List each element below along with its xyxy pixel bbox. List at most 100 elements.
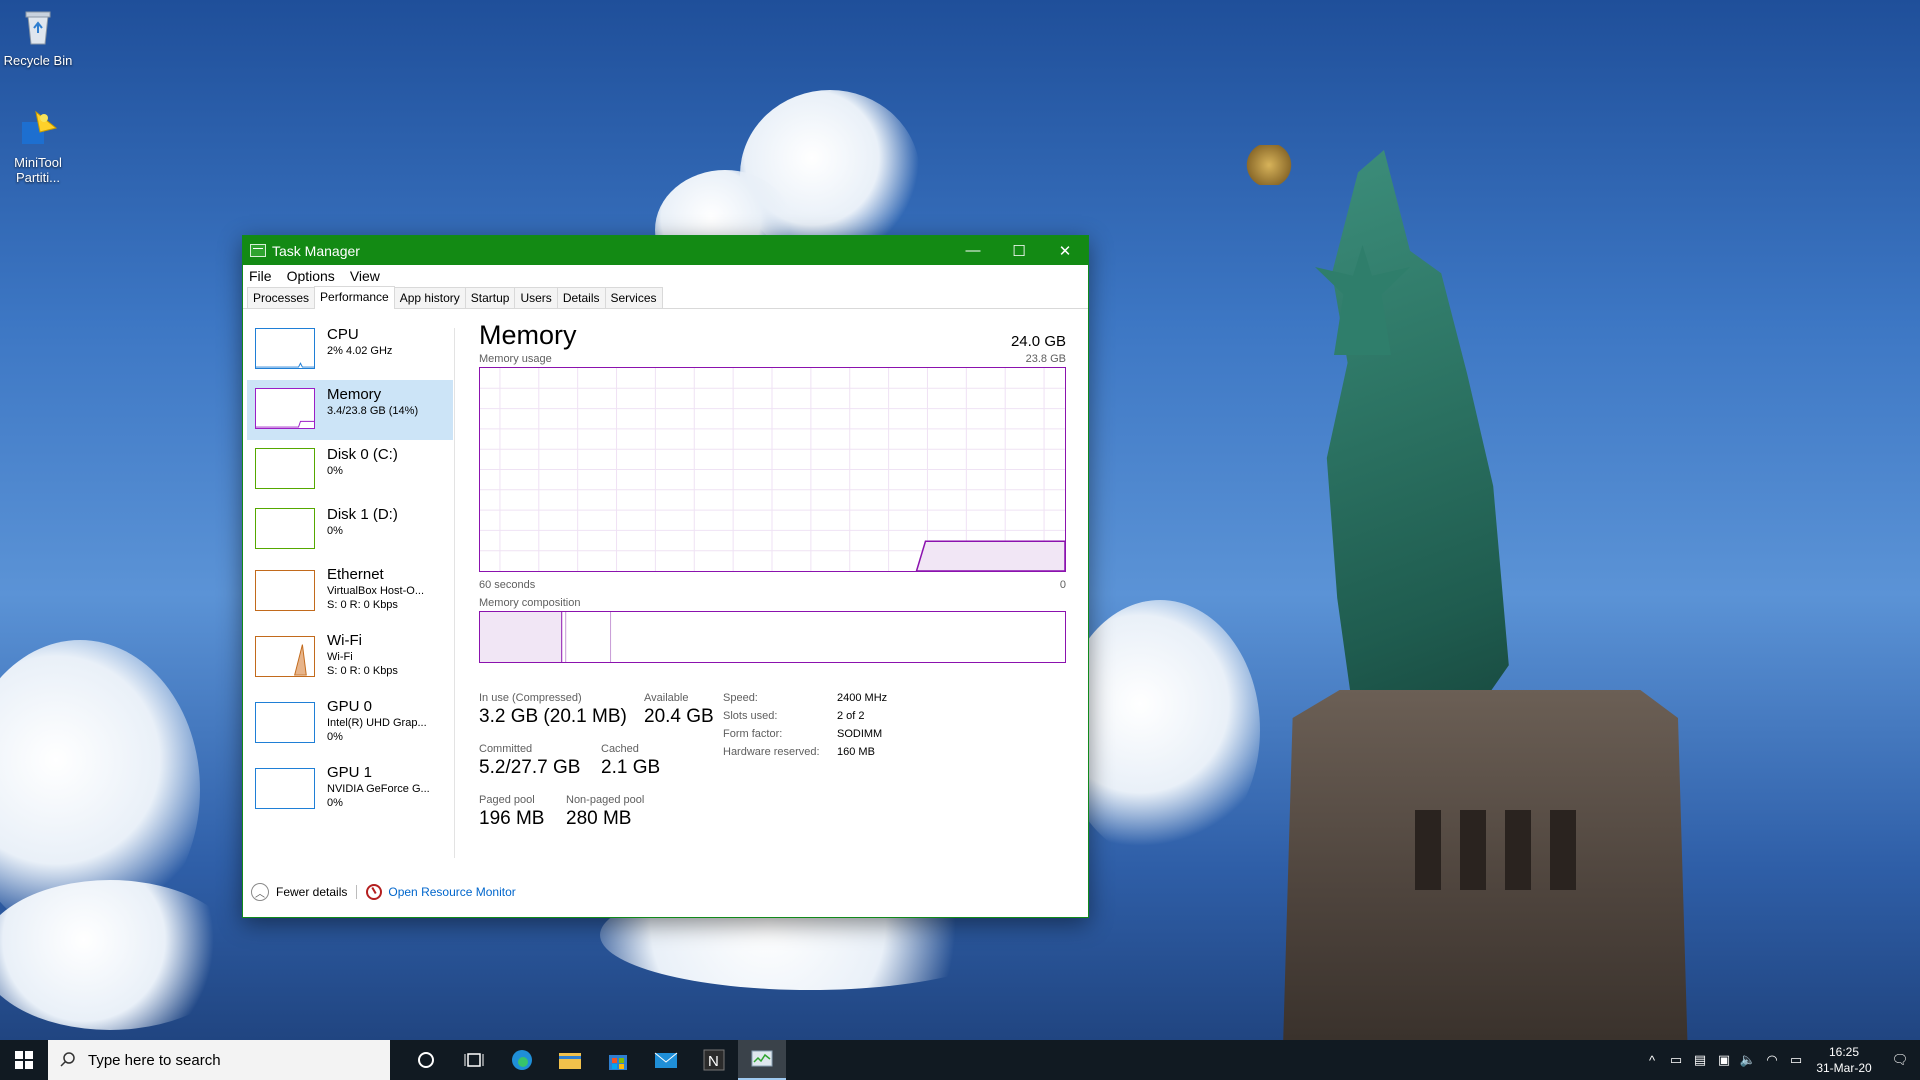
- sidebar-item-throughput: S: 0 R: 0 Kbps: [327, 665, 398, 677]
- tab-details[interactable]: Details: [556, 287, 606, 308]
- edge-button[interactable]: [498, 1040, 546, 1080]
- menu-view[interactable]: View: [350, 268, 380, 284]
- disk-0-thumbnail: [255, 448, 315, 489]
- windows-logo-icon: [15, 1051, 33, 1069]
- available-label: Available: [644, 692, 689, 704]
- battery-icon[interactable]: ▭: [1784, 1052, 1808, 1068]
- spec-key: Hardware reserved:: [723, 746, 820, 758]
- file-explorer-button[interactable]: [546, 1040, 594, 1080]
- paged-pool-label: Paged pool: [479, 794, 535, 806]
- spec-key: Speed:: [723, 692, 758, 704]
- n-app-button[interactable]: N: [690, 1040, 738, 1080]
- statue-torch: [1245, 145, 1293, 185]
- cortana-button[interactable]: [402, 1040, 450, 1080]
- total-memory: 24.0 GB: [1010, 333, 1066, 350]
- sidebar-item-gpu-1[interactable]: GPU 1 NVIDIA GeForce G... 0%: [247, 758, 453, 824]
- tab-performance[interactable]: Performance: [314, 286, 395, 309]
- committed-label: Committed: [479, 743, 533, 755]
- performance-panel: CPU 2% 4.02 GHz Memory 3.4/23.8 GB (14%)…: [243, 310, 1088, 917]
- edge-icon: [512, 1050, 532, 1070]
- sidebar-item-name: Wi-Fi: [327, 632, 362, 649]
- title-bar[interactable]: Task Manager — ☐ ✕: [243, 236, 1088, 265]
- close-button[interactable]: ✕: [1042, 236, 1088, 265]
- time-axis-end: 0: [1059, 579, 1066, 591]
- sidebar-item-detail: 0%: [327, 525, 343, 537]
- in-use-label: In use (Compressed): [479, 692, 582, 704]
- sidebar-item-detail: 3.4/23.8 GB (14%): [327, 405, 419, 417]
- laptop-icon[interactable]: ▣: [1712, 1052, 1736, 1068]
- statue-figure: [1326, 150, 1509, 710]
- tab-app-history[interactable]: App history: [393, 287, 466, 308]
- sidebar-item-cpu[interactable]: CPU 2% 4.02 GHz: [247, 320, 453, 380]
- non-paged-pool-value: 280 MB: [566, 808, 632, 829]
- open-resource-monitor-link[interactable]: Open Resource Monitor: [388, 885, 515, 899]
- page-title: Memory: [479, 320, 577, 350]
- sidebar-item-disk-1[interactable]: Disk 1 (D:) 0%: [247, 500, 453, 560]
- tab-services[interactable]: Services: [604, 287, 663, 308]
- chevron-up-icon[interactable]: ︿: [251, 883, 269, 901]
- menu-file[interactable]: File: [249, 268, 272, 284]
- non-paged-pool-label: Non-paged pool: [566, 794, 645, 806]
- volume-icon[interactable]: 🔈: [1736, 1052, 1760, 1068]
- tablet-icon[interactable]: ▭: [1664, 1052, 1688, 1068]
- cpu-thumbnail: [255, 328, 315, 369]
- start-button[interactable]: [0, 1040, 48, 1080]
- sidebar-item-detail: 0%: [327, 465, 343, 477]
- window-title: Task Manager: [272, 242, 360, 259]
- wifi-icon[interactable]: ◠: [1760, 1052, 1784, 1068]
- spec-value: SODIMM: [837, 728, 883, 740]
- action-center-icon[interactable]: 🗨: [1880, 1052, 1920, 1068]
- sidebar-item-memory[interactable]: Memory 3.4/23.8 GB (14%): [247, 380, 453, 440]
- sidebar-divider: [454, 328, 455, 858]
- fewer-details-link[interactable]: Fewer details: [276, 885, 347, 899]
- cortana-icon: [418, 1052, 434, 1068]
- tab-users[interactable]: Users: [514, 287, 558, 308]
- store-button[interactable]: [594, 1040, 642, 1080]
- footer-bar: ︿ Fewer details Open Resource Monitor: [251, 883, 516, 901]
- task-view-icon: [464, 1053, 484, 1067]
- desktop-icon-recycle-bin[interactable]: Recycle Bin: [0, 6, 76, 68]
- task-manager-taskbar-button[interactable]: [738, 1040, 786, 1080]
- desktop-icon-minitool[interactable]: MiniTool Partiti...: [0, 108, 76, 185]
- sidebar-item-name: GPU 1: [327, 764, 373, 781]
- minimize-button[interactable]: —: [950, 236, 996, 265]
- sidebar-item-name: Disk 0 (C:): [327, 446, 398, 463]
- menu-options[interactable]: Options: [287, 268, 335, 284]
- sidebar-item-wifi[interactable]: Wi-Fi Wi-Fi S: 0 R: 0 Kbps: [247, 626, 453, 692]
- sidebar-item-disk-0[interactable]: Disk 0 (C:) 0%: [247, 440, 453, 500]
- memory-stats: In use (Compressed) 3.2 GB (20.1 MB) Ava…: [479, 692, 1066, 852]
- memory-composition-bar: [479, 611, 1066, 663]
- taskbar-clock[interactable]: 16:25 31-Mar-20: [1808, 1044, 1880, 1076]
- spec-value: 2 of 2: [837, 710, 865, 722]
- maximize-button[interactable]: ☐: [996, 236, 1042, 265]
- gpu-1-thumbnail: [255, 768, 315, 809]
- svg-text:N: N: [708, 1053, 719, 1070]
- sidebar-item-gpu-0[interactable]: GPU 0 Intel(R) UHD Grap... 0%: [247, 692, 453, 758]
- desktop-icon-label: MiniTool Partiti...: [14, 155, 62, 185]
- tab-startup[interactable]: Startup: [464, 287, 516, 308]
- tab-bar: Processes Performance App history Startu…: [243, 286, 1088, 309]
- available-value: 20.4 GB: [644, 706, 714, 727]
- tab-processes[interactable]: Processes: [247, 287, 316, 308]
- committed-value: 5.2/27.7 GB: [479, 757, 581, 778]
- store-icon: [609, 1055, 627, 1070]
- clock-time: 16:25: [1828, 1045, 1860, 1059]
- search-placeholder: Type here to search: [88, 1051, 221, 1069]
- spec-value: 160 MB: [837, 746, 875, 758]
- sidebar-item-detail: NVIDIA GeForce G...: [327, 783, 430, 795]
- memory-details: Memory 24.0 GB Memory usage 23.8 GB 60 s…: [479, 320, 1066, 852]
- keyboard-icon[interactable]: ▤: [1688, 1052, 1712, 1068]
- footer-divider: [356, 885, 358, 899]
- time-axis-start: 60 seconds: [479, 579, 536, 591]
- sidebar-item-name: Ethernet: [327, 566, 384, 583]
- chevron-up-icon[interactable]: ^: [1640, 1053, 1664, 1068]
- memory-thumbnail: [255, 388, 315, 429]
- sidebar-item-ethernet[interactable]: Ethernet VirtualBox Host-O... S: 0 R: 0 …: [247, 560, 453, 626]
- taskbar: Type here to search N ^ ▭ ▤ ▣ 🔈 ◠ ▭ 16:2…: [0, 1040, 1920, 1080]
- task-view-button[interactable]: [450, 1040, 498, 1080]
- memory-usage-graph: [479, 367, 1066, 572]
- taskbar-search-box[interactable]: Type here to search: [48, 1040, 390, 1080]
- mail-button[interactable]: [642, 1040, 690, 1080]
- n-app-icon: N: [703, 1049, 725, 1071]
- sidebar-item-detail: VirtualBox Host-O...: [327, 585, 424, 597]
